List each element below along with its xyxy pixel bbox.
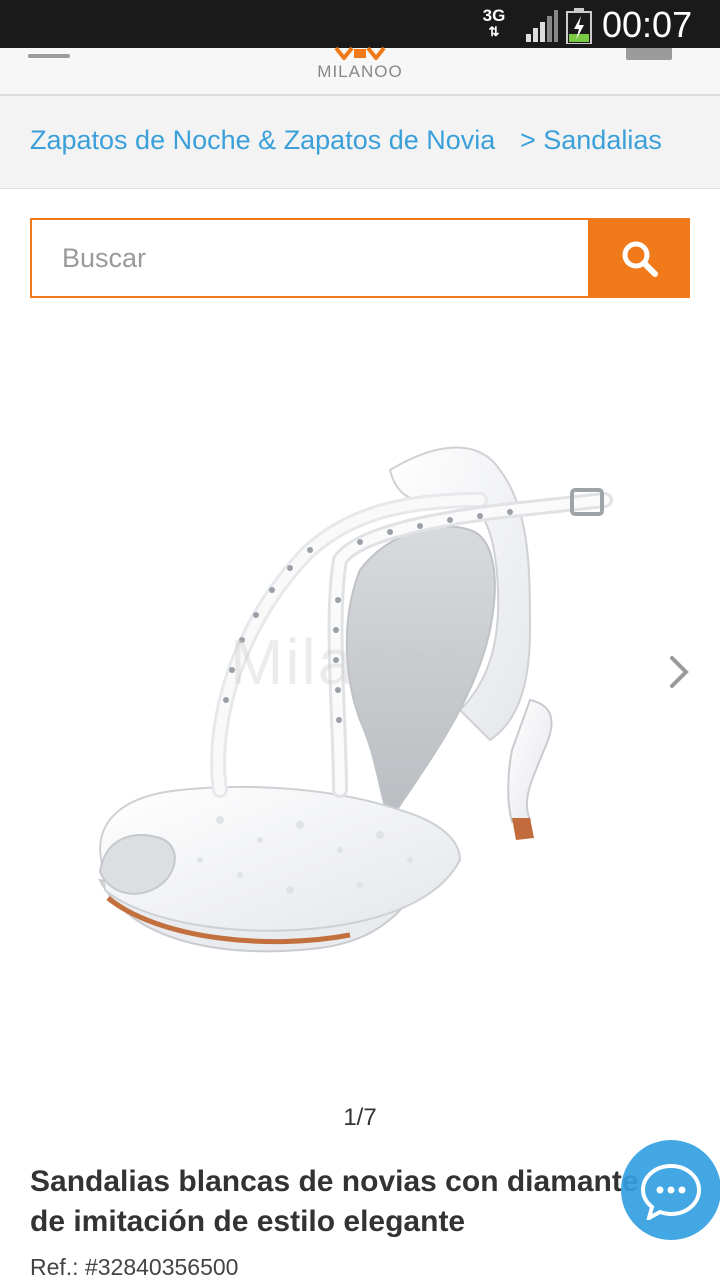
status-bar: 3G ⇅ 00:07 — [0, 0, 720, 48]
brand-name[interactable]: MILANOO — [0, 62, 720, 82]
search-button[interactable] — [588, 218, 690, 298]
product-title: Sandalias blancas de novias con diamante… — [30, 1165, 639, 1238]
search-icon — [622, 241, 658, 277]
network-indicator: 3G ⇅ — [478, 6, 510, 38]
product-image[interactable] — [60, 420, 660, 1000]
search-box — [30, 218, 588, 298]
chat-button[interactable] — [621, 1140, 720, 1240]
chevron-right-icon[interactable] — [664, 650, 696, 694]
product-reference: Ref.: #32840356500 — [30, 1254, 238, 1281]
signal-icon — [526, 10, 558, 42]
battery-charging-icon — [566, 8, 592, 44]
menu-icon[interactable] — [28, 54, 70, 58]
image-watermark: Milanoo — [230, 626, 469, 698]
bag-icon[interactable] — [626, 48, 672, 60]
breadcrumb-category-link[interactable]: Zapatos de Noche & Zapatos de Novia — [30, 125, 495, 156]
network-type: 3G — [482, 6, 506, 25]
chat-bubble-icon — [640, 1163, 702, 1220]
breadcrumb-subcategory-link[interactable]: > Sandalias — [520, 125, 662, 156]
image-counter: 1/7 — [343, 1104, 377, 1131]
search-input[interactable] — [32, 220, 562, 296]
ref-label: Ref.: — [30, 1254, 79, 1280]
milanoo-logo-icon[interactable] — [334, 46, 386, 60]
clock: 00:07 — [602, 4, 693, 45]
app-header: MILANOO — [0, 46, 720, 96]
data-arrows-icon: ⇅ — [488, 24, 500, 39]
breadcrumb: Zapatos de Noche & Zapatos de Novia > Sa… — [0, 96, 720, 189]
ref-value: #32840356500 — [84, 1254, 239, 1280]
